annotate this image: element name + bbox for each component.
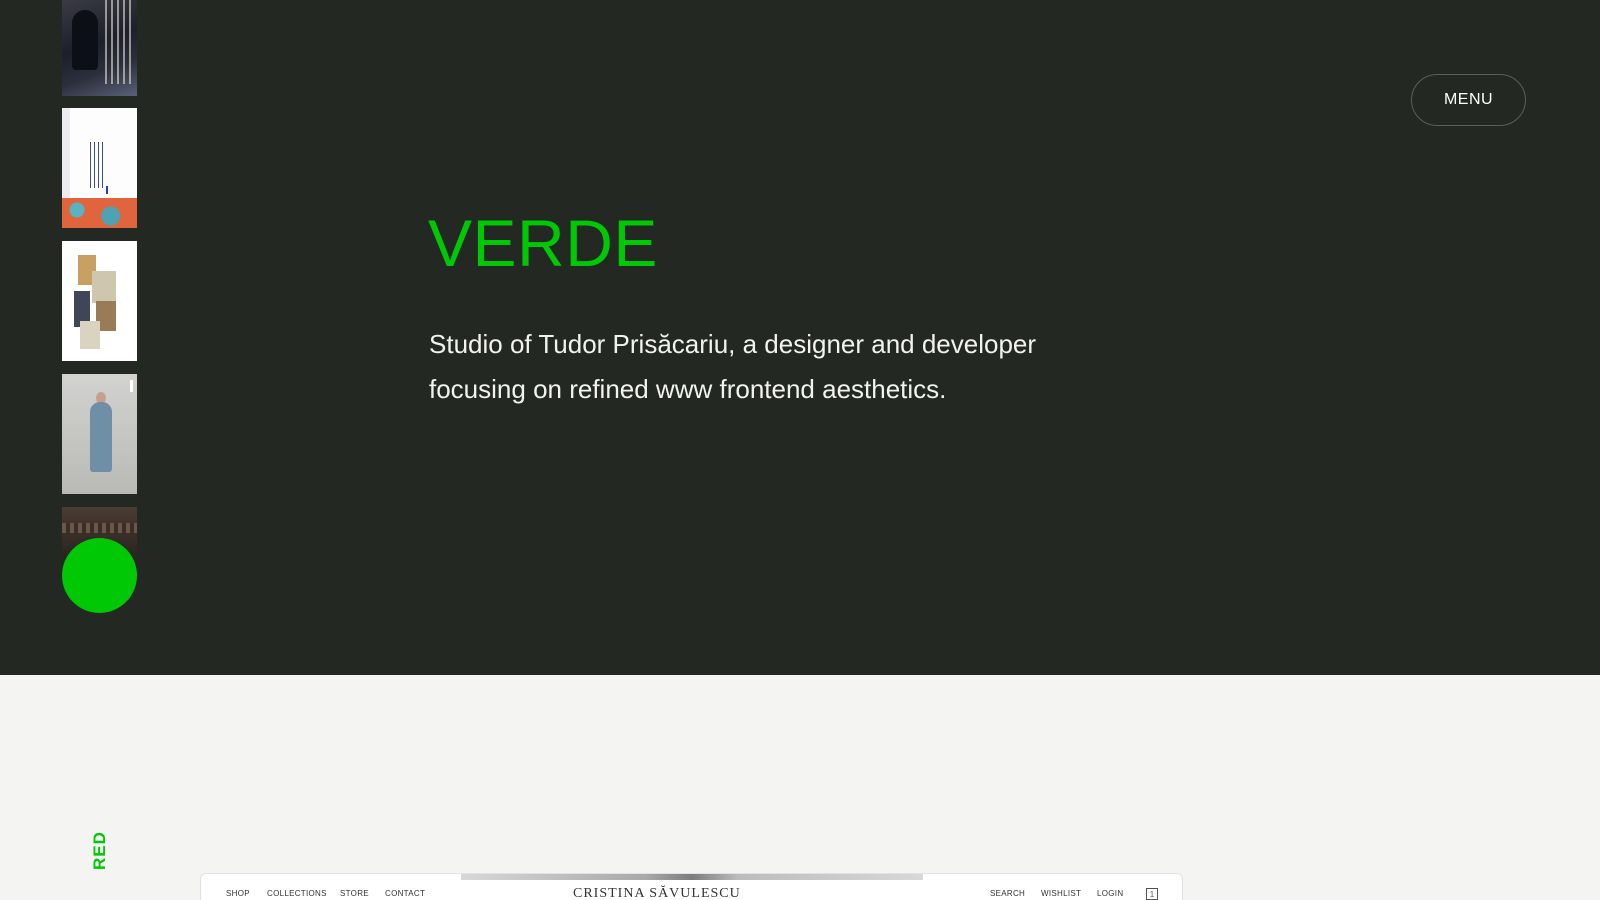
- hero-section: MENU VERDE Studio of Tudor Prisăcariu, a…: [0, 0, 1600, 675]
- thumbnail-person: [90, 402, 112, 472]
- thumbnail-figure: [72, 10, 98, 70]
- project-thumbnail-4[interactable]: [62, 374, 137, 494]
- thumbnail-scroll-marker: [130, 380, 133, 392]
- thumbnail-accent: [106, 186, 108, 194]
- preview-nav-wishlist: WISHLIST: [1041, 889, 1082, 898]
- section-label: RED: [90, 831, 109, 870]
- preview-site-title: CRISTINA SĂVULESCU: [573, 886, 741, 900]
- preview-nav-search: SEARCH: [990, 889, 1026, 898]
- preview-nav-login: LOGIN: [1097, 889, 1124, 898]
- thumbnail-collage-tile: [92, 271, 116, 303]
- studio-description: Studio of Tudor Prisăcariu, a designer a…: [429, 329, 1037, 404]
- thumbnail-shelf: [62, 523, 137, 533]
- menu-button[interactable]: MENU: [1411, 74, 1526, 126]
- thumbnail-collage-tile: [80, 321, 100, 349]
- project-preview-card[interactable]: SHOP COLLECTIONS STORE CONTACT CRISTINA …: [200, 873, 1183, 900]
- project-thumbnail-2[interactable]: [62, 108, 137, 228]
- thumbnail-text-lines: [105, 0, 131, 84]
- preview-nav-collections: COLLECTIONS: [267, 889, 327, 898]
- project-thumbnail-1[interactable]: [62, 0, 137, 96]
- thumbnail-pattern: [62, 198, 137, 228]
- preview-hero-image: [461, 874, 923, 880]
- preview-nav-contact: CONTACT: [385, 889, 426, 898]
- page-title: VERDE: [428, 206, 658, 280]
- thumbnail-sidebar: [62, 108, 70, 198]
- bag-icon: 1: [1146, 888, 1158, 900]
- project-thumbnail-3[interactable]: [62, 241, 137, 361]
- preview-nav-store: STORE: [340, 889, 369, 898]
- preview-nav-shop: SHOP: [226, 889, 250, 898]
- thumbnail-text-lines: [90, 142, 104, 188]
- cursor-indicator-dot: [62, 538, 137, 613]
